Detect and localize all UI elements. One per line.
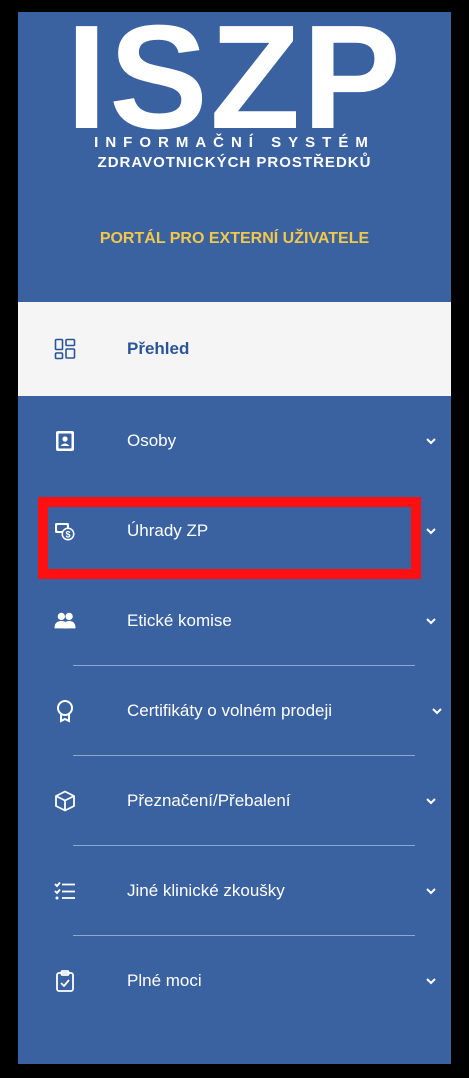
sidebar-item-uhrady-zp[interactable]: $ Úhrady ZP [18,486,451,576]
chevron-down-icon[interactable] [425,525,437,537]
chevron-down-icon[interactable] [425,795,437,807]
sidebar-item-label: Přeznačení/Přebalení [127,791,291,810]
sidebar-item-label: Osoby [127,431,177,450]
sidebar-item-certifikaty[interactable]: Certifikáty o volném prodeji [18,666,451,756]
clipboard-check-icon [54,970,76,992]
sidebar: ISZP INFORMAČNÍ SYSTÉM ZDRAVOTNICKÝCH PR… [18,12,451,1064]
sidebar-item-label: Plné moci [127,971,202,990]
chevron-down-icon[interactable] [431,705,443,717]
sidebar-item-prehled[interactable]: Přehled [18,302,451,396]
checklist-icon [54,880,76,902]
chevron-down-icon[interactable] [425,885,437,897]
sidebar-nav: Přehled Osoby $ Úhrady ZP Etické komise … [18,302,451,1026]
chevron-down-icon[interactable] [425,975,437,987]
sidebar-item-label: Etické komise [127,611,232,630]
logo-subtitle-2: ZDRAVOTNICKÝCH PROSTŘEDKŮ [97,154,372,171]
sidebar-item-label: Jiné klinické zkoušky [127,881,285,900]
person-document-icon [54,430,76,452]
logo-subtitle-1: INFORMAČNÍ SYSTÉM [94,134,375,151]
portal-label: PORTÁL PRO EXTERNÍ UŽIVATELE [99,230,370,247]
sidebar-item-eticke-komise[interactable]: Etické komise [18,576,451,666]
sidebar-item-label: Úhrady ZP [127,521,209,540]
award-icon [54,700,76,723]
dashboard-icon [54,338,76,360]
sidebar-item-osoby[interactable]: Osoby [18,396,451,486]
group-icon [54,610,76,632]
sidebar-item-preznaceni[interactable]: Přeznačení/Přebalení [18,756,451,846]
sidebar-item-label: Přehled [127,339,190,358]
logo: ISZP INFORMAČNÍ SYSTÉM ZDRAVOTNICKÝCH PR… [18,12,451,302]
payment-icon: $ [54,520,76,542]
sidebar-item-plne-moci[interactable]: Plné moci [18,936,451,1026]
sidebar-item-label: Certifikáty o volném prodeji [127,701,333,720]
logo-title: ISZP [66,12,403,160]
svg-text:$: $ [65,530,70,540]
box-icon [54,790,76,812]
chevron-down-icon[interactable] [425,435,437,447]
chevron-down-icon[interactable] [425,615,437,627]
sidebar-item-jine-klinicke-zkousky[interactable]: Jiné klinické zkoušky [18,846,451,936]
